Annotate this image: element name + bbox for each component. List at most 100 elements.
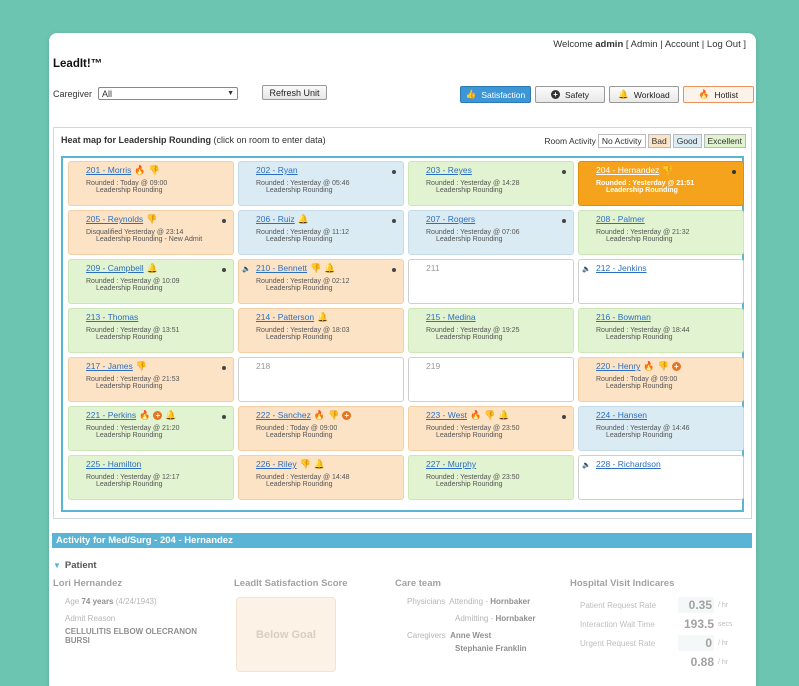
room-header: 213 - Thomas	[86, 312, 233, 322]
room-link[interactable]: 207 - Rogers	[426, 214, 475, 224]
metric-value: 193.5	[683, 617, 714, 631]
room-cell[interactable]: 226 - Riley 👎 🔔 Rounded : Yesterday @ 14:48…	[238, 455, 404, 500]
room-link[interactable]: 222 - Sanchez	[256, 410, 311, 420]
plus-icon: +	[153, 410, 163, 420]
room-header: 212 - Jenkins	[596, 263, 743, 273]
room-cell[interactable]: 🔈 210 - Bennett 👎 🔔 Rounded : Yesterday @ 02…	[238, 259, 404, 304]
rounded-status: Rounded : Yesterday @ 12:17	[86, 474, 180, 481]
room-cell[interactable]: 225 - Hamilton Rounded : Yesterday @ 12:1…	[68, 455, 234, 500]
room-link[interactable]: 209 - Campbell	[86, 263, 144, 273]
room-link[interactable]: 210 - Bennett	[256, 263, 307, 273]
metric-value: 0.35	[678, 597, 714, 613]
room-cell[interactable]: 222 - Sanchez 🔥 👎 + Rounded : Today @ 09:00 L…	[238, 406, 404, 451]
room-cell[interactable]: 217 - James 👎 Rounded : Yesterday @ 21:53 L…	[68, 357, 234, 402]
room-cell[interactable]: 216 - Bowman Rounded : Yesterday @ 18:44 L…	[578, 308, 744, 353]
activity-dot	[732, 170, 736, 174]
room-cell[interactable]: 220 - Henry 🔥 👎 + Rounded : Today @ 09:00 Lea…	[578, 357, 744, 402]
room-link[interactable]: 206 - Ruiz	[256, 214, 295, 224]
room-cell[interactable]: 209 - Campbell 🔔 Rounded : Yesterday @ 10:…	[68, 259, 234, 304]
legend-bad: Bad	[647, 134, 671, 148]
thumbs-down-icon: 👎	[662, 164, 674, 175]
speaker-icon: 🔈	[582, 266, 591, 273]
logout-link[interactable]: Log Out	[707, 39, 741, 50]
room-link[interactable]: 224 - Hansen	[596, 410, 647, 420]
room-link[interactable]: 221 - Perkins	[86, 410, 136, 420]
refresh-unit-button[interactable]: Refresh Unit	[262, 85, 327, 100]
patient-section-toggle[interactable]: ▼ Patient	[53, 560, 97, 571]
rounding-type: Leadership Rounding	[606, 334, 673, 341]
room-cell[interactable]: 206 - Ruiz 🔔 Rounded : Yesterday @ 11:12 Le…	[238, 210, 404, 255]
room-cell[interactable]: 214 - Patterson 🔔 Rounded : Yesterday @ 18…	[238, 308, 404, 353]
attending-row: Physicians Attending - Hornbaker	[395, 597, 555, 606]
room-link[interactable]: 225 - Hamilton	[86, 459, 141, 469]
rounded-status: Rounded : Yesterday @ 21:53	[86, 376, 180, 383]
room-cell[interactable]: 224 - Hansen Rounded : Yesterday @ 14:46 L…	[578, 406, 744, 451]
rounding-type: Leadership Rounding	[436, 481, 503, 488]
room-cell[interactable]: 204 - Hernandez 👎 Rounded : Yesterday @ 21…	[578, 161, 744, 206]
room-link[interactable]: 214 - Patterson	[256, 312, 314, 322]
bell-icon: 🔔	[498, 409, 510, 420]
room-link[interactable]: 227 - Murphy	[426, 459, 476, 469]
room-header: 210 - Bennett 👎 🔔	[256, 263, 403, 273]
room-cell[interactable]: 227 - Murphy Rounded : Yesterday @ 23:50 L…	[408, 455, 574, 500]
flame-icon: 🔥	[469, 409, 482, 420]
attending-label: Attending -	[449, 597, 488, 606]
room-link[interactable]: 220 - Henry	[596, 361, 640, 371]
room-link[interactable]: 216 - Bowman	[596, 312, 651, 322]
thumbs-down-icon: 👎	[146, 213, 158, 224]
room-link[interactable]: 208 - Palmer	[596, 214, 645, 224]
room-header: 202 - Ryan	[256, 165, 403, 175]
workload-button[interactable]: 🔔 Workload	[609, 86, 679, 103]
room-cell[interactable]: 215 - Medina Rounded : Yesterday @ 19:25 L…	[408, 308, 574, 353]
room-link[interactable]: 226 - Riley	[256, 459, 297, 469]
room-link[interactable]: 202 - Ryan	[256, 165, 298, 175]
bell-icon: 🔔	[146, 262, 158, 273]
room-header: 215 - Medina	[426, 312, 573, 322]
room-cell[interactable]: 223 - West 🔥 👎 🔔 Rounded : Yesterday @ 23:50…	[408, 406, 574, 451]
safety-button[interactable]: + Safety	[535, 86, 605, 103]
room-link[interactable]: 228 - Richardson	[596, 459, 661, 469]
room-link[interactable]: 201 - Morris	[86, 165, 131, 175]
metric-unit: / hr	[718, 601, 729, 609]
room-header: 219	[426, 361, 573, 371]
room-cell[interactable]: 203 - Reyes Rounded : Yesterday @ 14:28 Le…	[408, 161, 574, 206]
rounded-status: Rounded : Yesterday @ 19:25	[426, 327, 520, 334]
room-link[interactable]: 217 - James	[86, 361, 133, 371]
activity-dot	[562, 219, 566, 223]
room-header: 224 - Hansen	[596, 410, 743, 420]
satisfaction-button[interactable]: 👍 Satisfaction	[460, 86, 531, 103]
room-cell[interactable]: 🔈 212 - Jenkins	[578, 259, 744, 304]
room-cell[interactable]: 202 - Ryan Rounded : Yesterday @ 05:46 Lea…	[238, 161, 404, 206]
admin-link[interactable]: Admin	[631, 39, 658, 50]
room-link[interactable]: 203 - Reyes	[426, 165, 472, 175]
hotlist-label: Hotlist	[714, 89, 739, 100]
room-cell[interactable]: 213 - Thomas Rounded : Yesterday @ 13:51 L…	[68, 308, 234, 353]
thumbs-down-icon: 👎	[299, 458, 311, 469]
room-link[interactable]: 213 - Thomas	[86, 312, 138, 322]
room-header: 207 - Rogers	[426, 214, 573, 224]
legend-no-activity: No Activity	[597, 134, 646, 148]
room-cell[interactable]: 201 - Morris 🔥 👎 Rounded : Today @ 09:00 Lea…	[68, 161, 234, 206]
score-title: LeadIt Satisfaction Score	[234, 578, 348, 589]
room-cell[interactable]: 219	[408, 357, 574, 402]
room-link[interactable]: 205 - Reynolds	[86, 214, 143, 224]
room-link[interactable]: 204 - Hernandez	[596, 165, 659, 175]
rounding-type: Leadership Rounding	[96, 285, 163, 292]
bell-icon: 🔔	[317, 311, 329, 322]
room-cell[interactable]: 205 - Reynolds 👎 Disqualified Yesterday @ …	[68, 210, 234, 255]
rounding-type: Leadership Rounding	[266, 236, 333, 243]
room-cell[interactable]: 218	[238, 357, 404, 402]
room-link[interactable]: 223 - West	[426, 410, 467, 420]
room-cell[interactable]: 211	[408, 259, 574, 304]
hotlist-button[interactable]: 🔥 Hotlist	[683, 86, 754, 103]
room-cell[interactable]: 🔈 228 - Richardson	[578, 455, 744, 500]
room-cell[interactable]: 208 - Palmer Rounded : Yesterday @ 21:32 L…	[578, 210, 744, 255]
room-cell[interactable]: 221 - Perkins 🔥 + 🔔 Rounded : Yesterday @ 21…	[68, 406, 234, 451]
room-link[interactable]: 212 - Jenkins	[596, 263, 647, 273]
rounded-status: Rounded : Yesterday @ 21:51	[596, 180, 695, 187]
admitting-value: Hornbaker	[495, 614, 536, 623]
caregiver-select[interactable]: All ▼	[98, 87, 239, 100]
room-link[interactable]: 215 - Medina	[426, 312, 476, 322]
account-link[interactable]: Account	[665, 39, 699, 50]
room-cell[interactable]: 207 - Rogers Rounded : Yesterday @ 07:06 L…	[408, 210, 574, 255]
